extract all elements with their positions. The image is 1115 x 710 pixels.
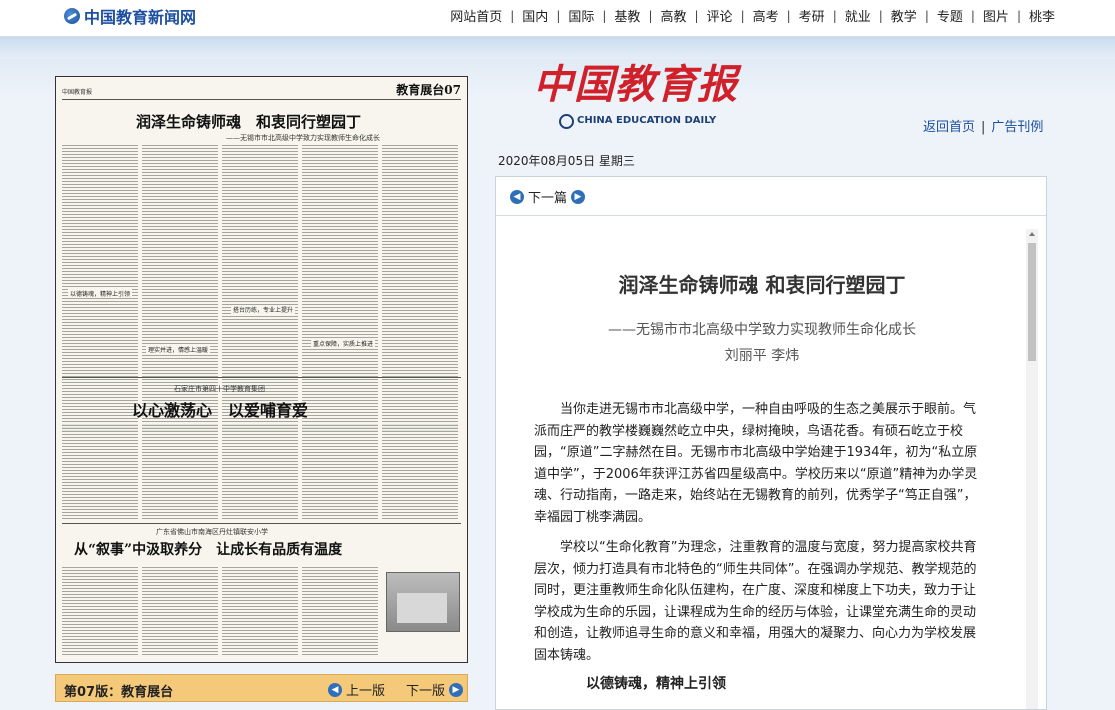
page-paper-name: 中国教育报 bbox=[62, 89, 93, 96]
page-section-label-4: 重点保障，实质上推进 bbox=[311, 339, 376, 348]
arrow-left-icon: ◀ bbox=[328, 682, 342, 697]
article-paragraph-1: 当你走进无锡市市北高级中学，一种自由呼吸的生态之美展示于眼前。气派而庄严的教学楼… bbox=[534, 402, 978, 525]
page-kicker-2: 石家庄市第四十中学教育集团 bbox=[174, 385, 265, 393]
arrow-left-icon: ◀ bbox=[510, 189, 524, 204]
page-section-label-3: 理实并进，情感上温暖 bbox=[146, 345, 211, 354]
site-logo[interactable]: 中国教育新闻网 bbox=[64, 5, 196, 27]
logo-title-cn: 中国教育报 bbox=[533, 61, 738, 108]
page-subheadline-1: ——无锡市市北高级中学致力实现教师生命化成长 bbox=[226, 134, 380, 142]
nav-item-employment[interactable]: 就业 bbox=[837, 6, 879, 25]
nav-item-topics[interactable]: 专题 bbox=[929, 6, 971, 25]
prev-page-button[interactable]: ◀ 上一版 bbox=[324, 680, 385, 699]
top-bar: 中国教育新闻网 网站首页 | 国内 | 国际 | 基教 | 高教 | 评论 | 高考 | 考研… bbox=[0, 0, 1115, 37]
scroll-up-icon[interactable] bbox=[1029, 232, 1035, 236]
page-headline-3[interactable]: 从“叙事”中汲取养分 让成长有品质有温度 bbox=[74, 539, 342, 559]
next-page-label: 下一版 bbox=[406, 684, 446, 699]
scrollbar-thumb[interactable] bbox=[1028, 243, 1036, 361]
page-nav-bar: 第07版：教育展台 ◀ 上一版 下一版 ▶ bbox=[55, 674, 468, 702]
page-headline-2[interactable]: 以心激荡心 以爱哺育爱 bbox=[132, 397, 308, 421]
nav-item-gaokao[interactable]: 高考 bbox=[745, 6, 787, 25]
page-masthead: 中国教育报 教育展台07 bbox=[62, 81, 461, 100]
prev-page-label: 上一版 bbox=[346, 684, 386, 699]
article-panel: ◀ 下一篇 ▶ 润泽生命铸师魂 和衷同行塑园丁 ——无锡市市北高级中学致力实现教… bbox=[495, 176, 1047, 710]
page-kicker-3: 广东省佛山市南海区丹灶镇联安小学 bbox=[156, 528, 268, 536]
page-section-label-2: 搭台历练，专业上提升 bbox=[231, 305, 296, 314]
nav-item-photos[interactable]: 图片 bbox=[975, 6, 1017, 25]
nav-item-international[interactable]: 国际 bbox=[560, 6, 602, 25]
next-page-button[interactable]: 下一版 ▶ bbox=[406, 680, 467, 699]
newspaper-page-image[interactable]: 中国教育报 教育展台07 润泽生命铸师魂 和衷同行塑园丁 ——无锡市市北高级中学… bbox=[55, 76, 468, 663]
page-edition-label: 教育展台07 bbox=[396, 83, 461, 97]
arrow-right-icon: ▶ bbox=[571, 189, 586, 204]
story-2-columns[interactable] bbox=[62, 423, 461, 521]
article-subtitle: ——无锡市市北高级中学致力实现教师生命化成长 bbox=[608, 322, 916, 338]
nav-item-home[interactable]: 网站首页 bbox=[442, 6, 510, 25]
globe-icon bbox=[559, 114, 574, 129]
nav-item-kaoyan[interactable]: 考研 bbox=[791, 6, 833, 25]
nav-item-higher-edu[interactable]: 高教 bbox=[652, 6, 694, 25]
nav-item-basic-edu[interactable]: 基教 bbox=[606, 6, 648, 25]
nav-item-taoli[interactable]: 桃李 bbox=[1021, 6, 1063, 25]
next-article-button[interactable]: ◀ 下一篇 ▶ bbox=[506, 187, 589, 206]
site-logo-text: 中国教育新闻网 bbox=[84, 8, 197, 27]
article-author: 刘丽平 李炜 bbox=[724, 348, 800, 364]
article-paragraph-2: 学校以“生命化教育”为理念，注重教育的温度与宽度，努力提高家校共育层次，倾力打造… bbox=[534, 540, 977, 663]
nav-item-commentary[interactable]: 评论 bbox=[699, 6, 741, 25]
issue-date: 2020年08月05日 星期三 bbox=[498, 154, 635, 168]
article-section-heading: 以德铸魂，精神上引领 bbox=[586, 676, 726, 692]
site-logo-icon bbox=[64, 8, 80, 24]
china-education-daily-logo[interactable]: 中国教育报 CHINA EDUCATION DAILY bbox=[533, 52, 737, 132]
nav-item-domestic[interactable]: 国内 bbox=[514, 6, 556, 25]
ad-rates-link[interactable]: 广告刊例 bbox=[991, 120, 1043, 135]
back-home-link[interactable]: 返回首页 bbox=[923, 120, 975, 135]
arrow-right-icon: ▶ bbox=[449, 682, 463, 697]
current-page-name: 第07版：教育展台 bbox=[64, 685, 174, 700]
nav-item-teaching[interactable]: 教学 bbox=[883, 6, 925, 25]
page-headline-1[interactable]: 润泽生命铸师魂 和衷同行塑园丁 bbox=[136, 111, 361, 132]
masthead-links: 返回首页 | 广告刊例 bbox=[923, 120, 1044, 135]
page-photo bbox=[386, 572, 460, 632]
logo-title-en: CHINA EDUCATION DAILY bbox=[577, 115, 717, 126]
next-article-label: 下一篇 bbox=[528, 191, 568, 206]
article-title: 润泽生命铸师魂 和衷同行塑园丁 bbox=[618, 273, 906, 297]
main-nav: 网站首页 | 国内 | 国际 | 基教 | 高教 | 评论 | 高考 | 考研 | 就业 | 教学… bbox=[442, 6, 1063, 26]
page-section-label-1: 以德铸魂，精神上引领 bbox=[68, 289, 133, 298]
article-scrollbar[interactable] bbox=[1026, 229, 1038, 709]
